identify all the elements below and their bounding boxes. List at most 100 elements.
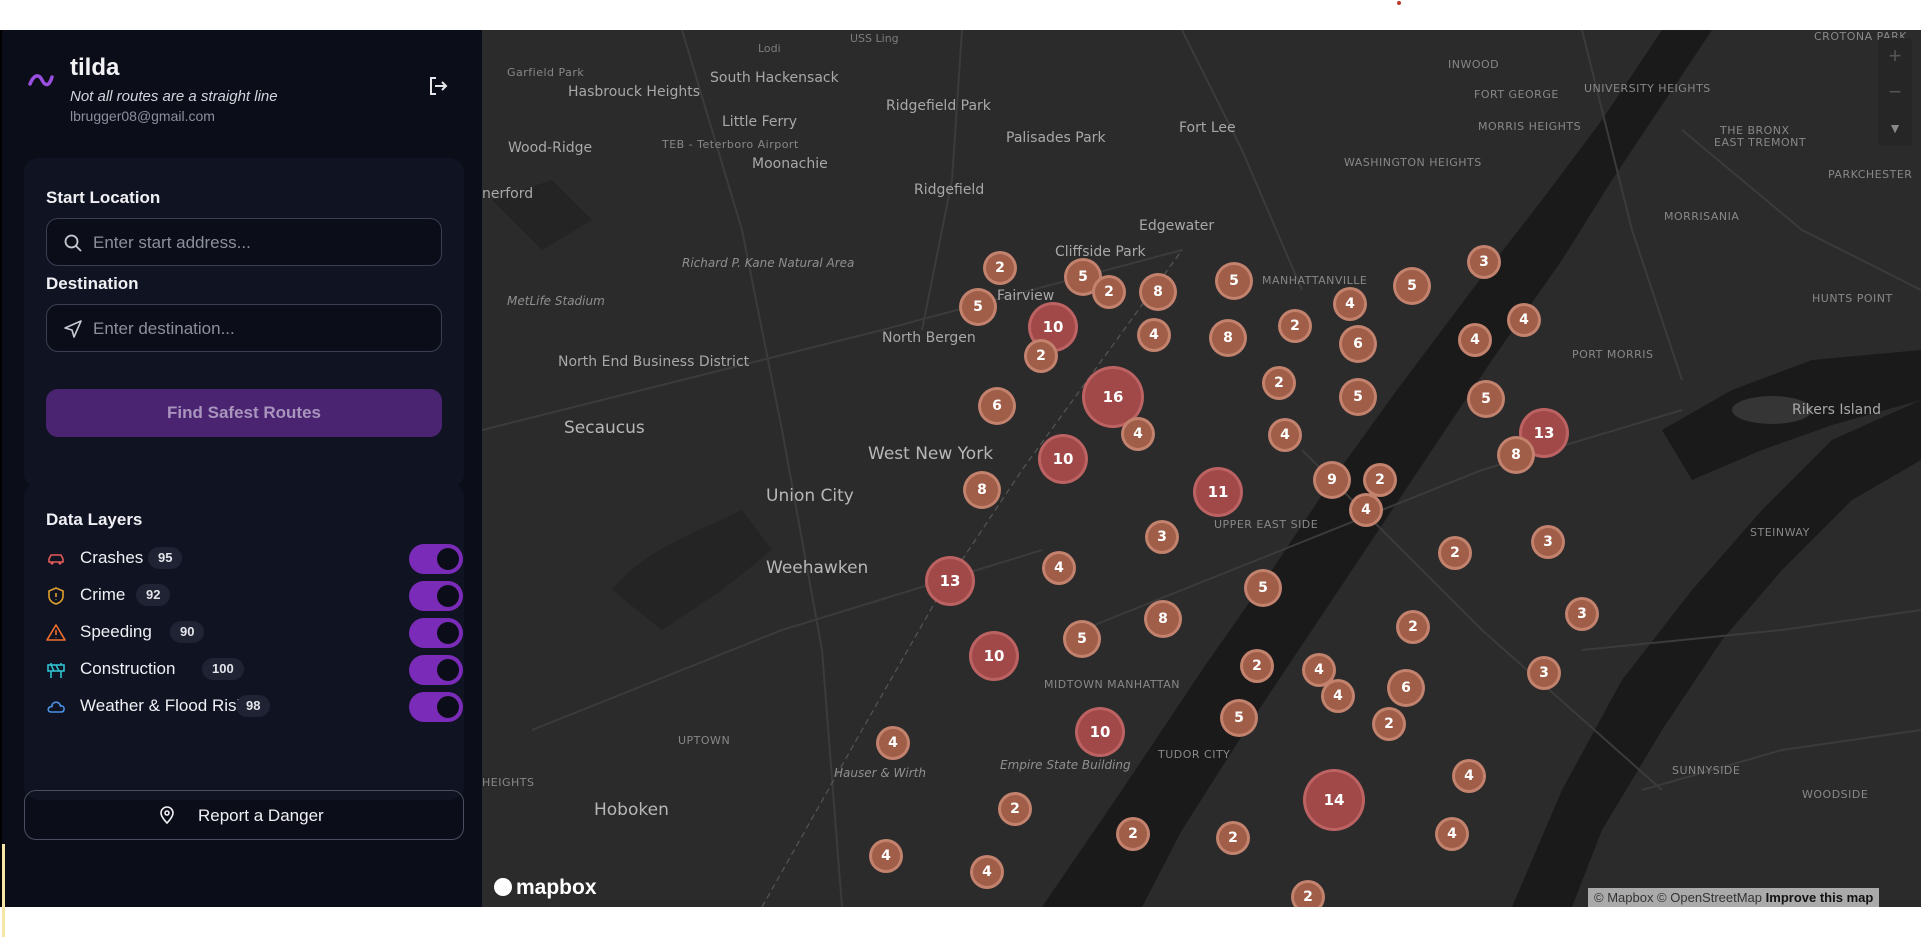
incident-cluster[interactable]: 4 — [1137, 318, 1171, 352]
incident-cluster[interactable]: 2 — [1024, 339, 1058, 373]
incident-cluster[interactable]: 4 — [876, 726, 910, 760]
map-label: TUDOR CITY — [1158, 748, 1231, 761]
report-danger-label: Report a Danger — [198, 806, 324, 825]
incident-cluster[interactable]: 2 — [983, 251, 1017, 285]
incident-cluster[interactable]: 8 — [1139, 273, 1177, 311]
incident-cluster[interactable]: 6 — [1387, 669, 1425, 707]
incident-cluster[interactable]: 4 — [1268, 418, 1302, 452]
destination-field[interactable] — [46, 304, 442, 353]
incident-cluster[interactable]: 9 — [1313, 461, 1351, 499]
data-layers-title: Data Layers — [46, 510, 143, 529]
destination-input[interactable] — [91, 305, 435, 353]
layer-count-badge: 90 — [170, 621, 205, 643]
start-location-label: Start Location — [46, 188, 161, 207]
incident-cluster[interactable]: 2 — [1396, 610, 1430, 644]
incident-cluster[interactable]: 6 — [978, 387, 1016, 425]
incident-cluster[interactable]: 5 — [959, 288, 997, 326]
map-label: Palisades Park — [1006, 130, 1106, 146]
incident-cluster[interactable]: 2 — [1372, 707, 1406, 741]
map-label: Ridgefield Park — [886, 98, 991, 114]
incident-cluster[interactable]: 4 — [970, 855, 1004, 889]
logout-icon[interactable] — [426, 74, 450, 98]
incident-cluster[interactable]: 5 — [1063, 620, 1101, 658]
incident-cluster[interactable]: 3 — [1527, 656, 1561, 690]
incident-cluster[interactable]: 2 — [1240, 649, 1274, 683]
incident-cluster[interactable]: 3 — [1145, 520, 1179, 554]
incident-cluster[interactable]: 4 — [1042, 551, 1076, 585]
incident-cluster[interactable]: 8 — [1144, 600, 1182, 638]
incident-cluster[interactable]: 4 — [1121, 417, 1155, 451]
incident-cluster[interactable]: 2 — [1278, 309, 1312, 343]
incident-cluster[interactable]: 8 — [1209, 319, 1247, 357]
top-bar — [0, 0, 1921, 30]
incident-cluster[interactable]: 4 — [1349, 493, 1383, 527]
find-safest-routes-button[interactable]: Find Safest Routes — [46, 389, 442, 437]
zoom-out-button[interactable]: − — [1878, 74, 1912, 110]
data-layers-panel: Data Layers Crashes 95 Crime 92 Speeding… — [24, 482, 464, 800]
construction-toggle[interactable] — [409, 655, 463, 685]
zoom-in-button[interactable]: + — [1878, 38, 1912, 74]
incident-cluster[interactable]: 4 — [1435, 817, 1469, 851]
incident-cluster[interactable]: 2 — [1092, 275, 1126, 309]
incident-cluster[interactable]: 10 — [1075, 707, 1125, 757]
map-label: nerford — [482, 186, 534, 202]
incident-cluster[interactable]: 2 — [1438, 536, 1472, 570]
mapbox-logo[interactable]: mapbox — [494, 876, 597, 900]
speeding-toggle[interactable] — [409, 618, 463, 648]
incident-cluster[interactable]: 5 — [1220, 699, 1258, 737]
layer-label: Crime — [80, 585, 126, 604]
incident-cluster[interactable]: 5 — [1215, 262, 1253, 300]
map-label: WOODSIDE — [1802, 788, 1869, 801]
incident-cluster[interactable]: 4 — [1321, 679, 1355, 713]
incident-cluster[interactable]: 3 — [1565, 597, 1599, 631]
incident-cluster[interactable]: 4 — [1458, 323, 1492, 357]
map-view[interactable]: Garfield Park Hasbrouck Heights South Ha… — [482, 30, 1921, 907]
incident-cluster[interactable]: 2 — [1363, 463, 1397, 497]
incident-cluster[interactable]: 4 — [1507, 303, 1541, 337]
navigation-arrow-icon — [64, 320, 82, 338]
incident-cluster[interactable]: 4 — [1333, 287, 1367, 321]
incident-cluster[interactable]: 2 — [1291, 880, 1325, 907]
map-label: THE BRONX — [1720, 124, 1790, 137]
incident-cluster[interactable]: 13 — [925, 556, 975, 606]
incident-cluster[interactable]: 6 — [1339, 325, 1377, 363]
incident-cluster[interactable]: 3 — [1531, 525, 1565, 559]
incident-cluster[interactable]: 2 — [1116, 817, 1150, 851]
compass-icon[interactable]: ▼ — [1878, 110, 1912, 146]
incident-cluster[interactable]: 10 — [969, 631, 1019, 681]
crashes-toggle[interactable] — [409, 544, 463, 574]
incident-cluster[interactable]: 8 — [963, 471, 1001, 509]
map-label: Weehawken — [766, 558, 869, 578]
incident-cluster[interactable]: 2 — [1216, 821, 1250, 855]
incident-cluster[interactable]: 4 — [869, 839, 903, 873]
sidebar: tilda Not all routes are a straight line… — [0, 30, 482, 937]
weather-flood-toggle[interactable] — [409, 692, 463, 722]
incident-cluster[interactable]: 4 — [1452, 759, 1486, 793]
incident-cluster[interactable]: 2 — [1262, 366, 1296, 400]
map-label: Hauser & Wirth — [834, 766, 926, 780]
incident-cluster[interactable]: 5 — [1339, 378, 1377, 416]
start-location-input[interactable] — [91, 219, 435, 267]
incident-cluster[interactable]: 8 — [1497, 436, 1535, 474]
incident-cluster[interactable]: 14 — [1303, 769, 1365, 831]
incident-cluster[interactable]: 5 — [1393, 267, 1431, 305]
improve-map-link[interactable]: Improve this map — [1766, 890, 1874, 905]
incident-cluster[interactable]: 2 — [998, 792, 1032, 826]
tilde-logo-icon — [28, 74, 54, 87]
start-location-field[interactable] — [46, 218, 442, 267]
incident-cluster[interactable]: 11 — [1193, 467, 1243, 517]
map-label: Cliffside Park — [1055, 244, 1146, 260]
map-attribution: © Mapbox © OpenStreetMap Improve this ma… — [1588, 888, 1880, 907]
incident-cluster[interactable]: 3 — [1467, 245, 1501, 279]
incident-cluster[interactable]: 10 — [1038, 434, 1088, 484]
map-label: Moonachie — [752, 156, 828, 172]
map-label: PORT MORRIS — [1572, 348, 1654, 361]
incident-cluster[interactable]: 5 — [1244, 569, 1282, 607]
incident-cluster[interactable]: 5 — [1467, 380, 1505, 418]
map-label: Wood-Ridge — [508, 140, 593, 156]
map-label: Lodi — [758, 42, 781, 55]
report-danger-button[interactable]: Report a Danger — [24, 790, 464, 840]
map-label: Rikers Island — [1792, 402, 1881, 418]
cloud-icon — [47, 701, 65, 713]
crime-toggle[interactable] — [409, 581, 463, 611]
